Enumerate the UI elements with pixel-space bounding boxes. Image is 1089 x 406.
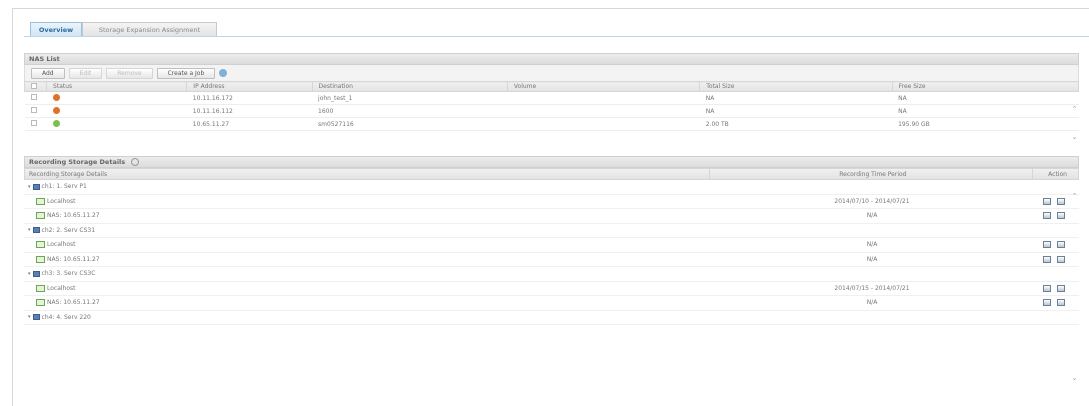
row-checkbox[interactable] xyxy=(30,120,37,126)
table-row[interactable]: 10.11.16.172 john_test_1 NA NA xyxy=(24,91,1079,105)
collapse-icon[interactable]: ▾ xyxy=(28,271,31,277)
tab-overview[interactable]: Overview xyxy=(30,22,82,37)
chevron-down-icon[interactable]: ⌄ xyxy=(1072,133,1078,141)
ip-cell: 10.11.16.112 xyxy=(186,104,313,118)
add-button[interactable]: Add xyxy=(31,67,65,79)
recording-storage-panel: Recording Storage Details Recording Stor… xyxy=(24,156,1079,382)
chevron-up-icon[interactable]: ⌃ xyxy=(1072,192,1078,200)
storage-row[interactable]: Localhost 2014/07/15 - 2014/07/21 xyxy=(24,282,1079,296)
free-size-cell: NA xyxy=(892,91,1079,105)
storage-icon xyxy=(36,212,45,220)
status-ok-icon xyxy=(52,119,60,127)
destination-cell: john_test_1 xyxy=(312,91,508,105)
channel-row[interactable]: ▾ ch4: 4. Serv 220 xyxy=(24,311,1079,325)
nas-list-title: NAS List xyxy=(24,53,1079,65)
export-icon[interactable] xyxy=(1057,241,1065,249)
view-icon[interactable] xyxy=(1043,284,1051,292)
free-size-cell: 195.90 GB xyxy=(892,117,1079,131)
col-ip-address[interactable]: IP Address xyxy=(186,81,313,92)
ip-cell: 10.65.11.27 xyxy=(186,117,313,131)
storage-row[interactable]: Localhost N/A xyxy=(24,238,1079,253)
volume-cell xyxy=(507,91,700,105)
col-recording-storage-details[interactable]: Recording Storage Details xyxy=(25,169,710,179)
recording-scrollbar[interactable]: ⌃ ⌄ xyxy=(1070,192,1079,382)
storage-icon xyxy=(36,284,45,292)
tab-storage-expansion-assignment[interactable]: Storage Expansion Assignment xyxy=(82,22,217,37)
storage-row[interactable]: NAS: 10.65.11.27 N/A xyxy=(24,296,1079,311)
camera-icon xyxy=(32,227,40,234)
col-recording-time-period[interactable]: Recording Time Period xyxy=(710,169,1034,179)
select-all-cell[interactable] xyxy=(23,81,48,92)
status-error-icon xyxy=(52,106,60,114)
export-icon[interactable] xyxy=(1057,299,1065,307)
table-row[interactable]: 10.65.11.27 sm0527116 2.00 TB 195.90 GB xyxy=(24,117,1079,131)
collapse-icon[interactable]: ▾ xyxy=(28,227,31,233)
total-size-cell: NA xyxy=(699,91,893,105)
storage-icon xyxy=(36,197,45,205)
destination-cell: 1600 xyxy=(312,104,508,118)
help-icon[interactable] xyxy=(219,69,228,77)
tab-divider xyxy=(24,36,1089,37)
channel-row[interactable]: ▾ ch1: 1. Serv P1 xyxy=(24,180,1079,195)
storage-row[interactable]: NAS: 10.65.11.27 N/A xyxy=(24,209,1079,224)
nas-table: Status IP Address Destination Volume Tot… xyxy=(23,81,1080,131)
table-row[interactable]: 10.11.16.112 1600 NA NA xyxy=(24,104,1079,118)
volume-cell xyxy=(507,104,700,118)
recording-storage-title: Recording Storage Details xyxy=(24,156,1079,168)
free-size-cell: NA xyxy=(892,104,1079,118)
destination-cell: sm0527116 xyxy=(312,117,508,131)
nas-table-header: Status IP Address Destination Volume Tot… xyxy=(23,81,1080,92)
storage-row[interactable]: Localhost 2014/07/10 - 2014/07/21 xyxy=(24,195,1079,209)
volume-cell xyxy=(507,117,700,131)
storage-row[interactable]: NAS: 10.65.11.27 N/A xyxy=(24,253,1079,267)
col-destination[interactable]: Destination xyxy=(311,81,508,92)
nas-toolbar: Add Edit Remove Create a Job xyxy=(24,65,1079,81)
col-total-size[interactable]: Total Size xyxy=(699,81,893,92)
nas-scrollbar[interactable]: ⌃ ⌄ xyxy=(1070,105,1079,141)
export-icon[interactable] xyxy=(1057,255,1065,263)
camera-icon xyxy=(32,183,40,190)
tab-bar: Overview Storage Expansion Assignment xyxy=(30,22,217,37)
chevron-down-icon[interactable]: ⌄ xyxy=(1072,374,1078,382)
camera-icon xyxy=(32,270,40,277)
row-checkbox[interactable] xyxy=(30,107,37,113)
storage-icon xyxy=(36,299,45,307)
export-icon[interactable] xyxy=(1057,284,1065,292)
col-status[interactable]: Status xyxy=(46,81,188,92)
col-volume[interactable]: Volume xyxy=(506,81,701,92)
storage-icon xyxy=(36,255,45,263)
status-error-icon xyxy=(52,93,60,101)
col-free-size[interactable]: Free Size xyxy=(891,81,1080,92)
chevron-up-icon[interactable]: ⌃ xyxy=(1072,105,1078,113)
total-size-cell: NA xyxy=(699,104,893,118)
channel-row[interactable]: ▾ ch3: 3. Serv CS3C xyxy=(24,267,1079,282)
ip-cell: 10.11.16.172 xyxy=(186,91,313,105)
total-size-cell: 2.00 TB xyxy=(699,117,893,131)
view-icon[interactable] xyxy=(1043,197,1051,205)
storage-icon xyxy=(36,241,45,249)
row-checkbox[interactable] xyxy=(30,94,37,100)
col-action[interactable]: Action xyxy=(1033,169,1078,179)
view-icon[interactable] xyxy=(1043,241,1051,249)
info-icon[interactable] xyxy=(131,158,140,166)
nas-list-panel: NAS List Add Edit Remove Create a Job St… xyxy=(23,53,1080,141)
collapse-icon[interactable]: ▾ xyxy=(28,314,31,320)
recording-table-header: Recording Storage Details Recording Time… xyxy=(24,168,1079,180)
export-icon[interactable] xyxy=(1057,212,1065,220)
select-all-checkbox[interactable] xyxy=(31,82,37,89)
collapse-icon[interactable]: ▾ xyxy=(28,184,31,190)
camera-icon xyxy=(32,314,40,321)
view-icon[interactable] xyxy=(1043,255,1051,263)
remove-button[interactable]: Remove xyxy=(106,67,153,79)
view-icon[interactable] xyxy=(1043,299,1051,307)
create-job-button[interactable]: Create a Job xyxy=(156,67,216,79)
channel-row[interactable]: ▾ ch2: 2. Serv CS31 xyxy=(24,224,1079,238)
export-icon[interactable] xyxy=(1057,197,1065,205)
view-icon[interactable] xyxy=(1043,212,1051,220)
edit-button[interactable]: Edit xyxy=(68,67,103,79)
